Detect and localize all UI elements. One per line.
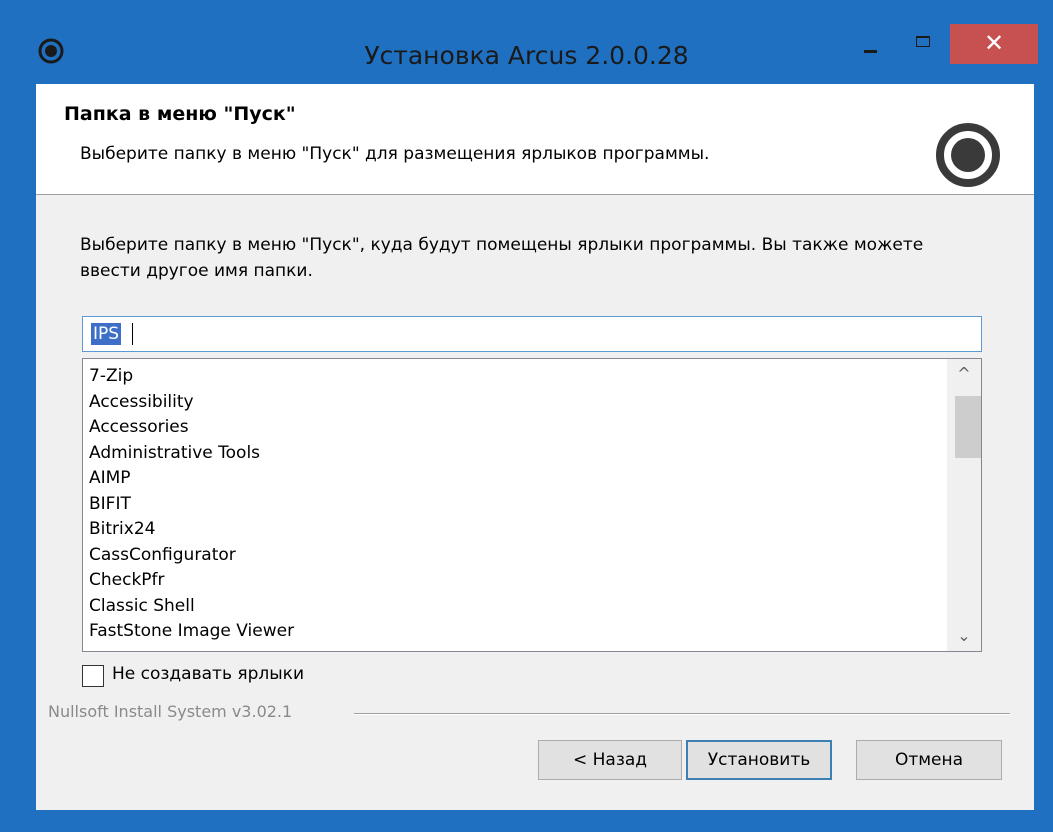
scroll-up-icon[interactable]: ^	[947, 359, 981, 389]
list-item[interactable]: Administrative Tools	[89, 441, 941, 467]
dialog-body: Папка в меню "Пуск" Выберите папку в мен…	[36, 84, 1034, 810]
page-header: Папка в меню "Пуск" Выберите папку в мен…	[36, 84, 1034, 195]
list-item[interactable]: FastStone Image Viewer	[89, 619, 941, 645]
cancel-button[interactable]: Отмена	[856, 740, 1002, 780]
scroll-thumb[interactable]	[955, 396, 981, 458]
list-item[interactable]: Accessories	[89, 415, 941, 441]
list-item[interactable]: Bitrix24	[89, 517, 941, 543]
vertical-scrollbar[interactable]: ^ ⌄	[947, 359, 981, 651]
page-subtitle: Выберите папку в меню "Пуск" для размеще…	[80, 144, 710, 164]
installer-branding: Nullsoft Install System v3.02.1	[48, 702, 293, 721]
no-shortcuts-label[interactable]: Не создавать ярлыки	[112, 664, 304, 684]
title-bar[interactable]: Установка Arcus 2.0.0.28 ✕	[8, 8, 1045, 84]
folder-list-items: 7-Zip Accessibility Accessories Administ…	[89, 364, 941, 645]
list-item[interactable]: AIMP	[89, 466, 941, 492]
install-button[interactable]: Установить	[686, 740, 832, 780]
start-menu-folder-list[interactable]: 7-Zip Accessibility Accessories Administ…	[82, 358, 982, 652]
minimize-icon	[864, 50, 877, 53]
back-button[interactable]: < Назад	[538, 740, 682, 780]
page-title: Папка в меню "Пуск"	[64, 103, 296, 125]
instructions-text: Выберите папку в меню "Пуск", куда будут…	[80, 235, 924, 281]
arcus-logo-icon	[936, 123, 1000, 187]
footer-divider	[354, 713, 1010, 715]
maximize-icon	[916, 36, 930, 47]
maximize-button[interactable]	[896, 24, 950, 64]
minimize-button[interactable]	[844, 24, 896, 64]
list-item[interactable]: CheckPfr	[89, 568, 941, 594]
close-button[interactable]: ✕	[950, 24, 1038, 64]
no-shortcuts-checkbox[interactable]	[82, 665, 104, 687]
folder-name-value: IPS	[91, 323, 122, 345]
folder-name-input[interactable]: IPS	[82, 316, 982, 352]
scroll-down-icon[interactable]: ⌄	[947, 621, 981, 651]
list-item[interactable]: BIFIT	[89, 492, 941, 518]
list-item[interactable]: 7-Zip	[89, 364, 941, 390]
list-item[interactable]: CassConfigurator	[89, 543, 941, 569]
text-caret	[132, 323, 133, 345]
close-icon: ✕	[983, 29, 1005, 57]
list-item[interactable]: Accessibility	[89, 390, 941, 416]
list-item[interactable]: Classic Shell	[89, 594, 941, 620]
